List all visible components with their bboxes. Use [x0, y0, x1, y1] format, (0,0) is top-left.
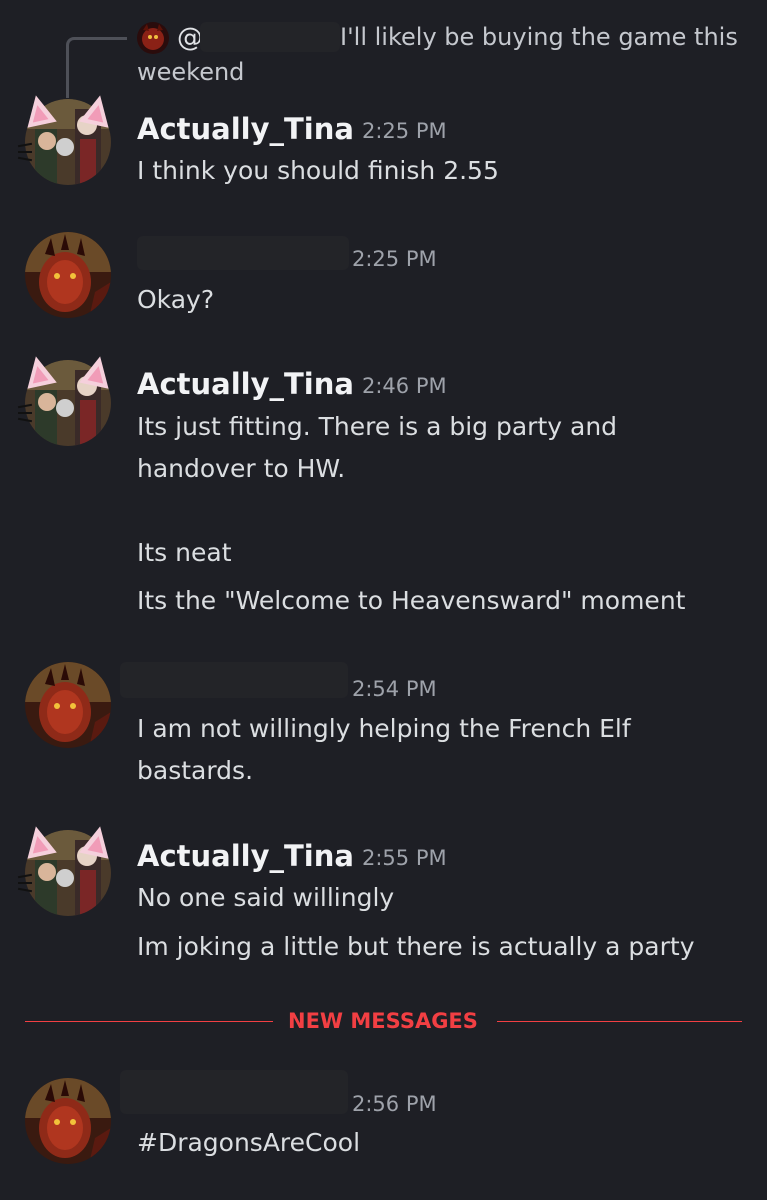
reply-spine — [66, 37, 127, 98]
reply-avatar[interactable] — [137, 22, 169, 54]
message-timestamp: 2:25 PM — [362, 119, 447, 143]
message-text: bastards. — [137, 756, 254, 785]
message-text: I think you should finish 2.55 — [137, 156, 499, 185]
redacted-username — [120, 1070, 348, 1114]
message-text: Its the "Welcome to Heavensward" moment — [137, 586, 686, 615]
new-messages-label: NEW MESSAGES — [288, 1009, 478, 1033]
message-author[interactable]: Actually_Tina — [137, 111, 354, 147]
divider-line-left — [25, 1021, 273, 1022]
message-text: Its neat — [137, 538, 232, 567]
message-author[interactable]: Actually_Tina — [137, 366, 354, 402]
message-text: Its just fitting. There is a big party a… — [137, 412, 618, 441]
message-text: I am not willingly helping the French El… — [137, 714, 631, 743]
message-author[interactable]: Actually_Tina — [137, 838, 354, 874]
redacted-username — [120, 662, 348, 698]
message-timestamp: 2:56 PM — [352, 1092, 437, 1116]
avatar[interactable] — [25, 1078, 111, 1164]
message-timestamp: 2:55 PM — [362, 846, 447, 870]
avatar[interactable] — [25, 662, 111, 748]
message-text: Im joking a little but there is actually… — [137, 932, 695, 961]
message-text: Okay? — [137, 285, 215, 314]
message-timestamp: 2:54 PM — [352, 677, 437, 701]
message-timestamp: 2:46 PM — [362, 374, 447, 398]
redacted-username — [200, 22, 340, 52]
message-text: #DragonsAreCool — [137, 1128, 361, 1157]
message-timestamp: 2:25 PM — [352, 247, 437, 271]
avatar[interactable] — [25, 232, 111, 318]
reply-text-continued[interactable]: weekend — [137, 55, 244, 89]
message-text: handover to HW. — [137, 454, 346, 483]
divider-line-right — [497, 1021, 742, 1022]
message-text: No one said willingly — [137, 883, 395, 912]
redacted-username — [137, 236, 349, 270]
reply-text[interactable]: I'll likely be buying the game this — [340, 20, 738, 54]
